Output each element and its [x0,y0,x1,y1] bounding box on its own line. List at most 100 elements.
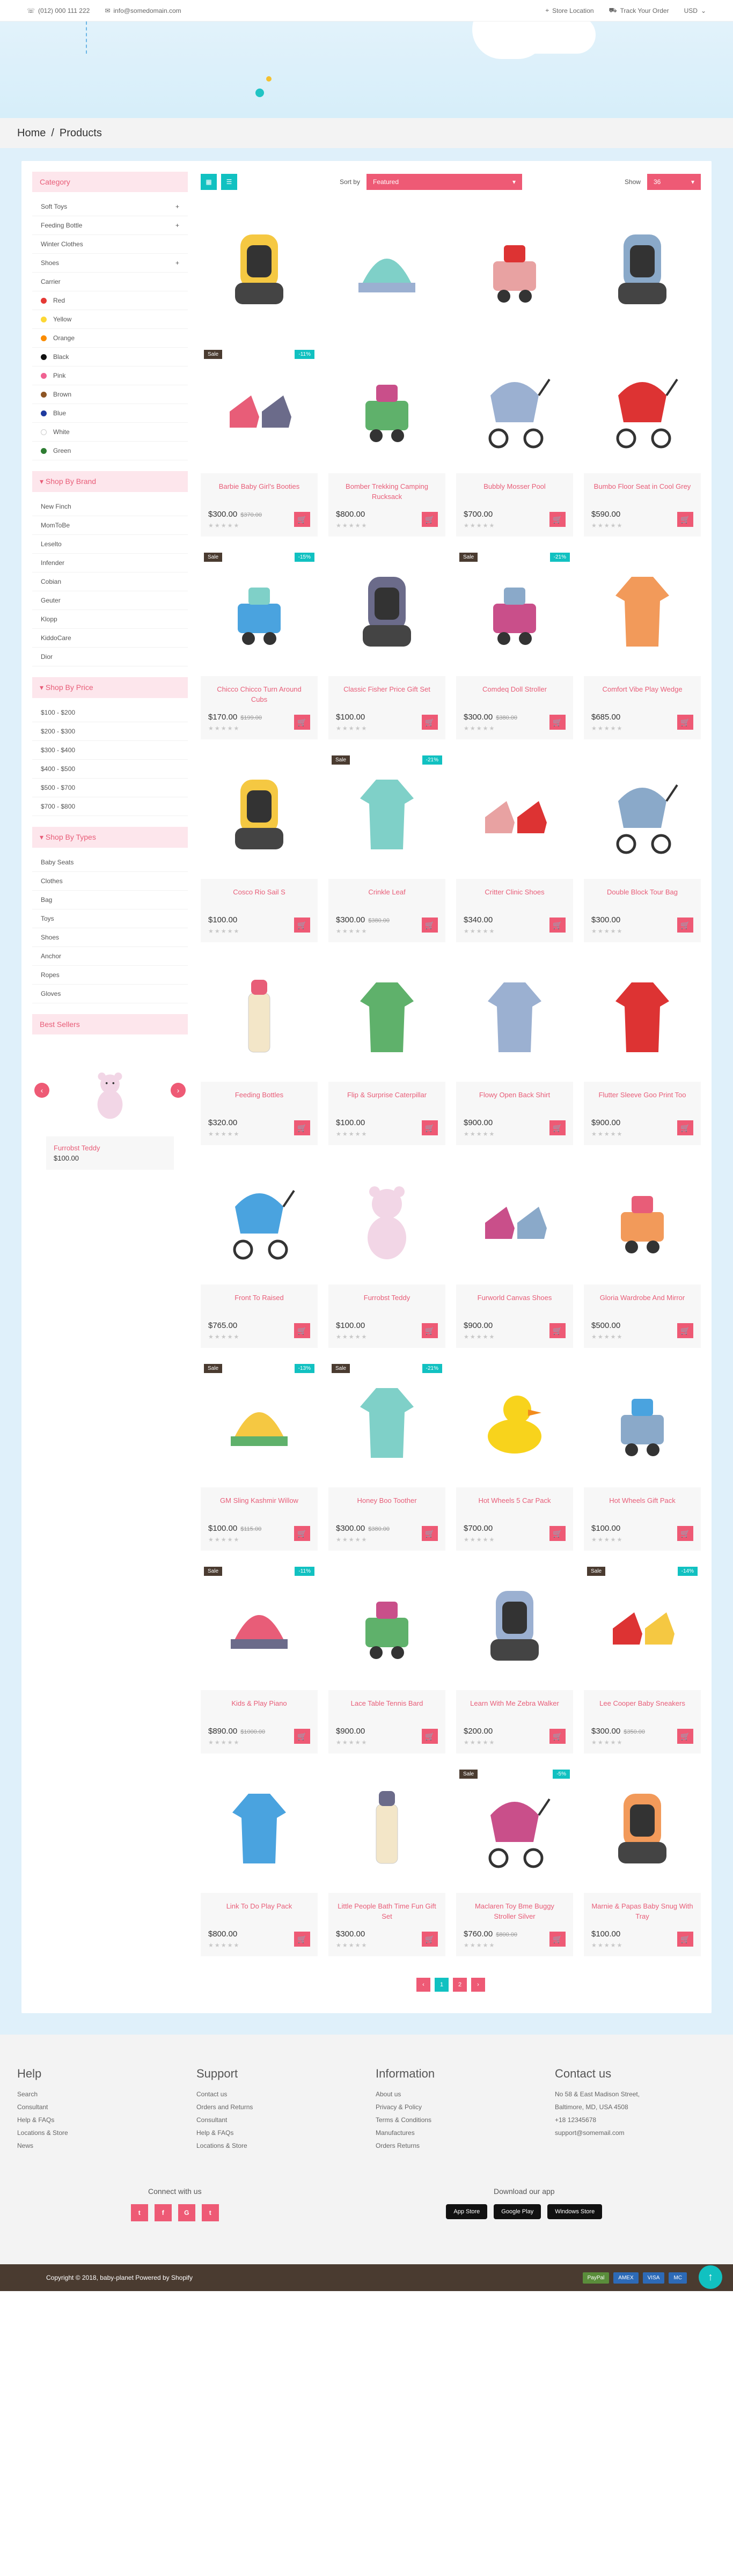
page-1-button[interactable]: 1 [435,1978,449,1992]
product-name[interactable]: Cosco Rio Sail S [208,887,310,908]
product-image[interactable]: Sale -11% [201,344,318,473]
product-image[interactable]: Sale -15% [201,547,318,676]
color-filter-item[interactable]: Orange [32,329,188,348]
product-card[interactable]: Comfort Vibe Play Wedge $685.00 ★★★★★ 🛒 [584,547,701,739]
product-image[interactable] [584,953,701,1082]
product-image[interactable] [456,750,573,879]
add-to-cart-button[interactable]: 🛒 [422,512,438,527]
product-name[interactable]: Link To Do Play Pack [208,1902,310,1922]
add-to-cart-button[interactable]: 🛒 [549,512,566,527]
add-to-cart-button[interactable]: 🛒 [422,715,438,730]
product-image[interactable] [584,547,701,676]
color-filter-item[interactable]: Pink [32,366,188,385]
product-card[interactable]: Sale -21% Honey Boo Toother $300.00 $380.00 ★… [328,1359,445,1551]
product-card[interactable]: Flowy Open Back Shirt $900.00 ★★★★★ 🛒 [456,953,573,1145]
footer-link[interactable]: News [17,2142,178,2149]
product-card[interactable] [328,205,445,334]
product-name[interactable]: Lee Cooper Baby Sneakers [591,1699,693,1719]
product-card[interactable]: Sale -21% Comdeq Doll Stroller $300.00 $380.… [456,547,573,739]
product-card[interactable] [456,205,573,334]
add-to-cart-button[interactable]: 🛒 [294,715,310,730]
product-card[interactable] [201,205,318,334]
show-select[interactable]: 36 ▾ [647,174,701,190]
product-image[interactable] [201,750,318,879]
product-name[interactable]: Kids & Play Piano [208,1699,310,1719]
product-card[interactable]: Sale -11% Barbie Baby Girl's Booties $300.0… [201,344,318,537]
category-item[interactable]: Winter Clothes [32,235,188,254]
add-to-cart-button[interactable]: 🛒 [422,918,438,933]
track-order-link[interactable]: ⛟ Track Your Order [609,6,669,15]
footer-link[interactable]: Consultant [196,2116,357,2124]
footer-link[interactable]: Contact us [196,2090,357,2098]
product-image[interactable] [201,1156,318,1285]
product-card[interactable]: Furworld Canvas Shoes $900.00 ★★★★★ 🛒 [456,1156,573,1348]
product-image[interactable] [201,1764,318,1893]
product-card[interactable]: Critter Clinic Shoes $340.00 ★★★★★ 🛒 [456,750,573,942]
add-to-cart-button[interactable]: 🛒 [294,1729,310,1744]
color-filter-item[interactable]: Black [32,348,188,366]
footer-link[interactable]: Privacy & Policy [376,2103,537,2111]
brand-filter-item[interactable]: Leselto [32,535,188,554]
product-name[interactable]: Marnie & Papas Baby Snug With Tray [591,1902,693,1922]
type-filter-item[interactable]: Toys [32,909,188,928]
product-card[interactable]: Learn With Me Zebra Walker $200.00 ★★★★★ 🛒 [456,1561,573,1753]
product-name[interactable]: Hot Wheels 5 Car Pack [464,1496,566,1516]
product-image[interactable]: Sale -13% [201,1359,318,1487]
product-name[interactable]: Lace Table Tennis Bard [336,1699,438,1719]
category-item[interactable]: Soft Toys + [32,197,188,216]
add-to-cart-button[interactable]: 🛒 [677,918,693,933]
product-name[interactable]: Hot Wheels Gift Pack [591,1496,693,1516]
product-name[interactable]: Barbie Baby Girl's Booties [208,482,310,502]
category-item[interactable]: Feeding Bottle + [32,216,188,235]
product-card[interactable]: Furrobst Teddy $100.00 ★★★★★ 🛒 [328,1156,445,1348]
product-card[interactable]: Bubbly Mosser Pool $700.00 ★★★★★ 🛒 [456,344,573,537]
color-filter-item[interactable]: Green [32,442,188,460]
product-name[interactable]: Crinkle Leaf [336,887,438,908]
product-card[interactable]: Cosco Rio Sail S $100.00 ★★★★★ 🛒 [201,750,318,942]
add-to-cart-button[interactable]: 🛒 [677,1120,693,1135]
facebook-icon[interactable]: f [154,2204,172,2221]
footer-contact-line[interactable]: No 58 & East Madison Street, [555,2090,716,2098]
brand-filter-item[interactable]: Geuter [32,591,188,610]
page-prev-button[interactable]: ‹ [416,1978,430,1992]
product-image[interactable]: Sale -11% [201,1561,318,1690]
product-image[interactable] [201,953,318,1082]
google-play-button[interactable]: Google Play [494,2204,541,2219]
brand-filter-item[interactable]: Infender [32,554,188,573]
app-store-button[interactable]: App Store [446,2204,488,2219]
product-image[interactable] [201,205,318,334]
type-filter-item[interactable]: Shoes [32,928,188,947]
product-name[interactable]: Feeding Bottles [208,1090,310,1111]
product-name[interactable]: Bomber Trekking Camping Rucksack [336,482,438,502]
bestseller-name[interactable]: Furrobst Teddy [54,1144,166,1152]
phone-link[interactable]: ☏ (012) 000 111 222 [27,7,90,14]
product-card[interactable] [584,205,701,334]
add-to-cart-button[interactable]: 🛒 [549,1729,566,1744]
product-image[interactable]: Sale -21% [456,547,573,676]
price-filter-item[interactable]: $500 - $700 [32,779,188,797]
add-to-cart-button[interactable]: 🛒 [677,715,693,730]
footer-link[interactable]: Locations & Store [17,2129,178,2137]
add-to-cart-button[interactable]: 🛒 [294,1120,310,1135]
product-name[interactable]: Honey Boo Toother [336,1496,438,1516]
product-card[interactable]: Hot Wheels Gift Pack $100.00 ★★★★★ 🛒 [584,1359,701,1551]
add-to-cart-button[interactable]: 🛒 [294,1323,310,1338]
footer-contact-line[interactable]: Baltimore, MD, USA 4508 [555,2103,716,2111]
add-to-cart-button[interactable]: 🛒 [549,918,566,933]
price-filter-item[interactable]: $700 - $800 [32,797,188,816]
product-card[interactable]: Little People Bath Time Fun Gift Set $300… [328,1764,445,1956]
product-name[interactable]: Flip & Surprise Caterpillar [336,1090,438,1111]
product-name[interactable]: Critter Clinic Shoes [464,887,566,908]
product-image[interactable] [328,344,445,473]
footer-link[interactable]: Locations & Store [196,2142,357,2149]
add-to-cart-button[interactable]: 🛒 [677,1932,693,1947]
twitter-icon[interactable]: t [130,2204,148,2221]
add-to-cart-button[interactable]: 🛒 [677,1323,693,1338]
email-link[interactable]: ✉ info@somedomain.com [105,7,181,14]
type-filter-item[interactable]: Baby Seats [32,853,188,872]
type-filter-item[interactable]: Anchor [32,947,188,966]
product-image[interactable] [584,344,701,473]
add-to-cart-button[interactable]: 🛒 [422,1932,438,1947]
page-2-button[interactable]: 2 [453,1978,467,1992]
product-name[interactable]: Bubbly Mosser Pool [464,482,566,502]
